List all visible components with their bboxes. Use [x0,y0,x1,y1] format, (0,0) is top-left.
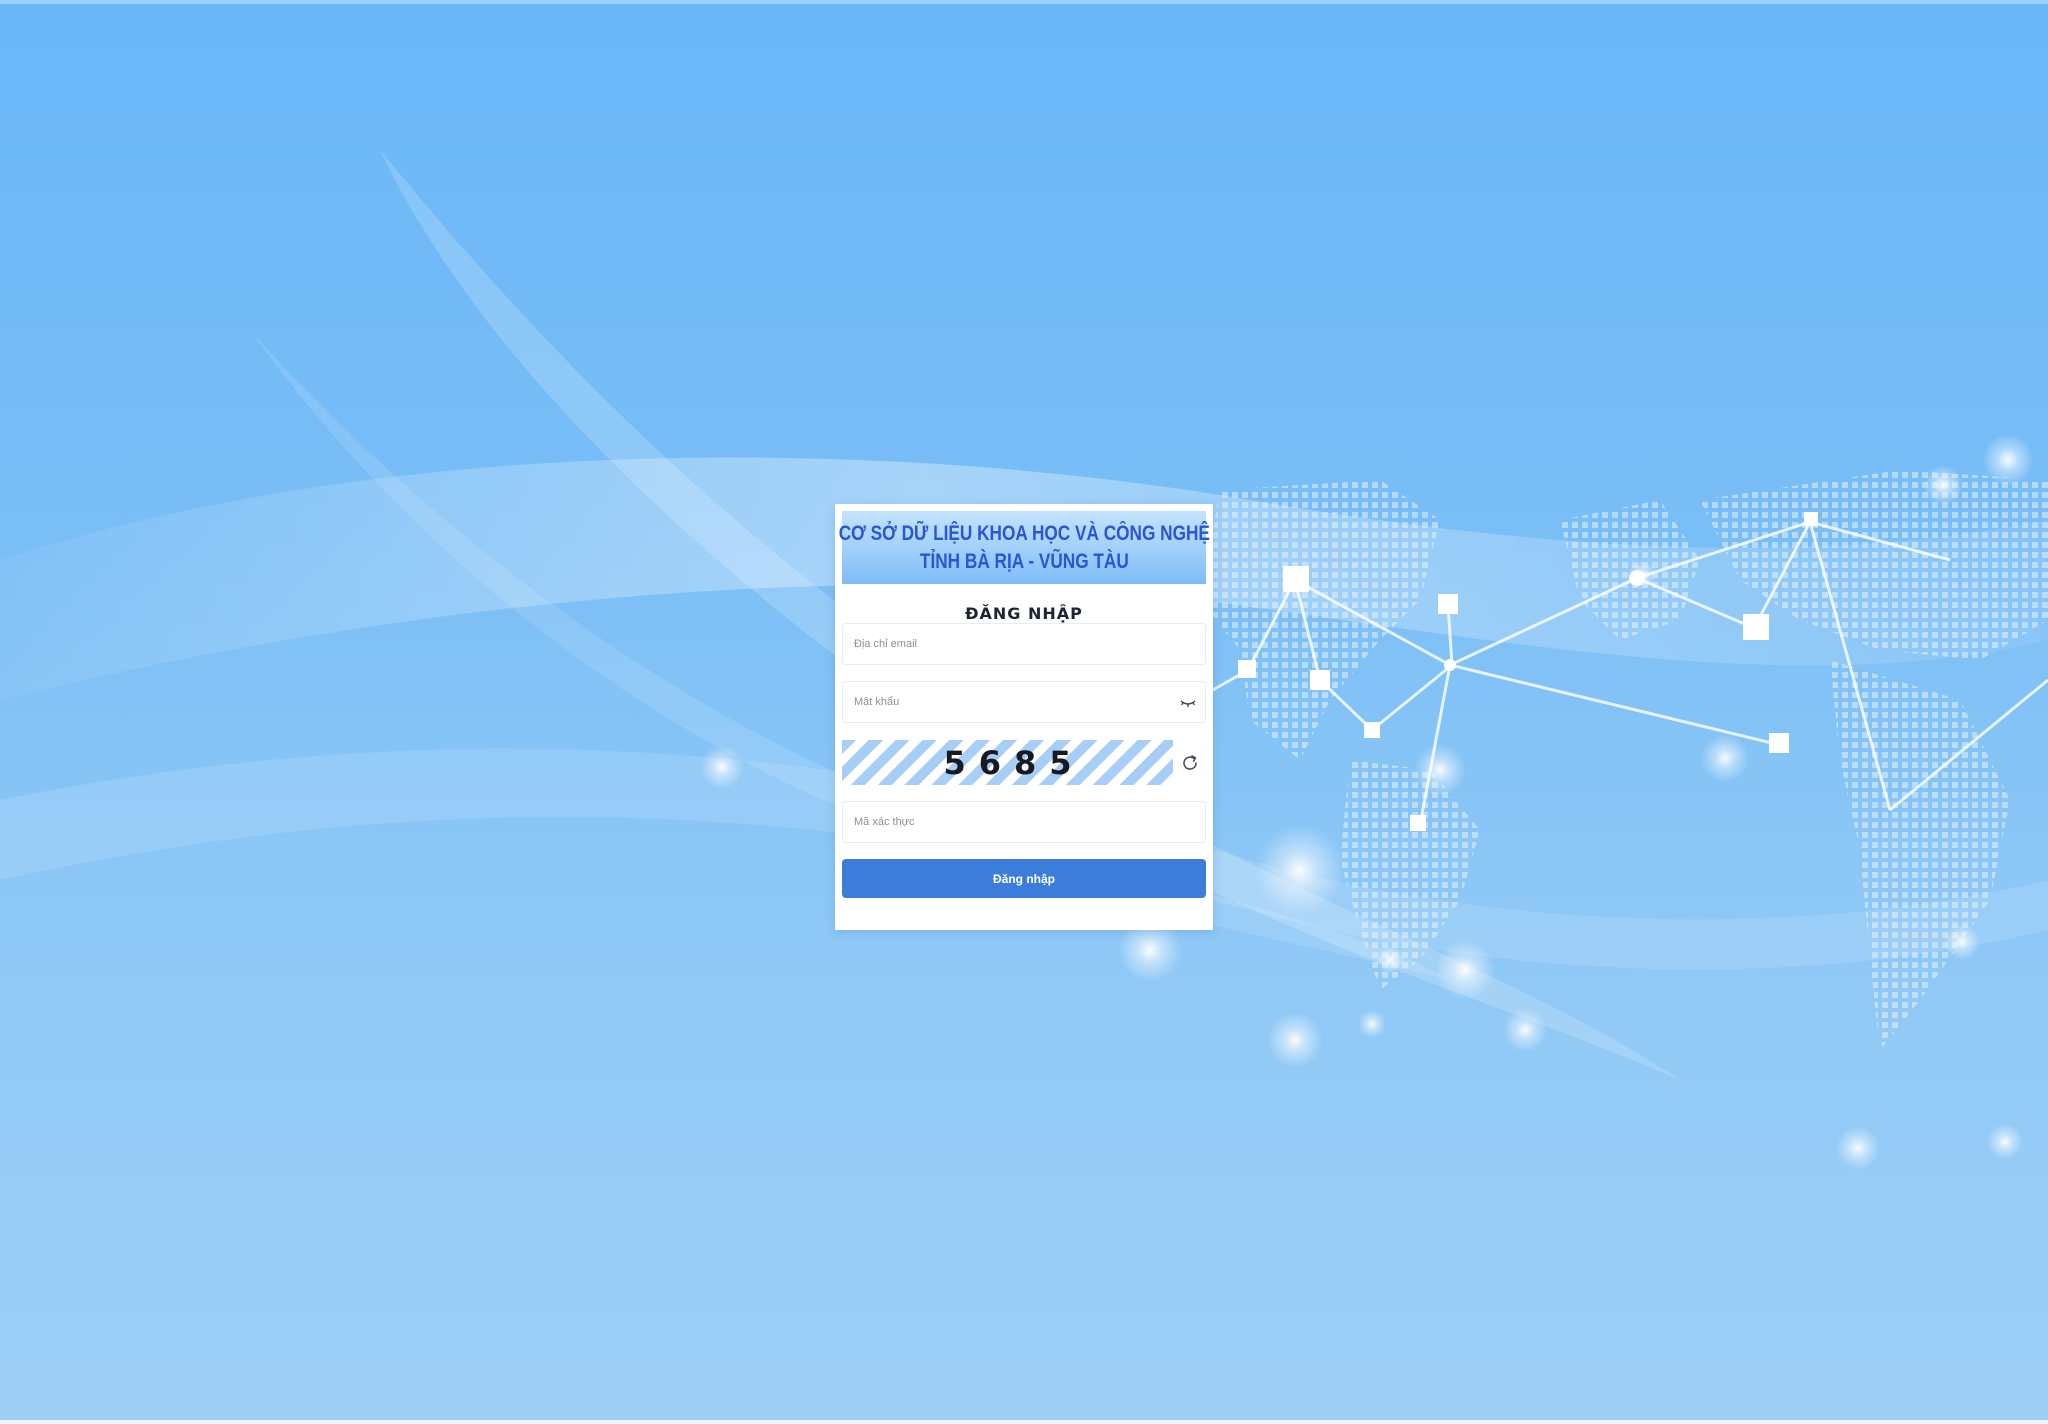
refresh-icon[interactable] [1180,753,1200,773]
banner-title-line1: CƠ SỞ DỮ LIỆU KHOA HỌC VÀ CÔNG NGHỆ [838,521,1210,545]
login-heading: ĐĂNG NHẬP [965,604,1083,623]
email-input[interactable] [843,624,1154,664]
captcha-image: 5685 [842,740,1173,785]
captcha-code: 5685 [943,743,1085,782]
password-input[interactable] [843,682,1154,722]
login-button[interactable]: Đăng nhập [842,859,1206,898]
banner-title-line2: TỈNH BÀ RỊA - VŨNG TÀU [919,549,1129,573]
eye-closed-icon[interactable] [1179,695,1197,709]
captcha-input[interactable] [843,802,1154,842]
login-card: CƠ SỞ DỮ LIỆU KHOA HỌC VÀ CÔNG NGHỆ TỈNH… [835,504,1213,930]
site-banner: CƠ SỞ DỮ LIỆU KHOA HỌC VÀ CÔNG NGHỆ TỈNH… [838,511,1210,584]
email-field-wrapper [842,623,1206,665]
captcha-field-wrapper [842,801,1206,843]
password-field-wrapper [842,681,1206,723]
bottom-border [0,1420,2048,1424]
